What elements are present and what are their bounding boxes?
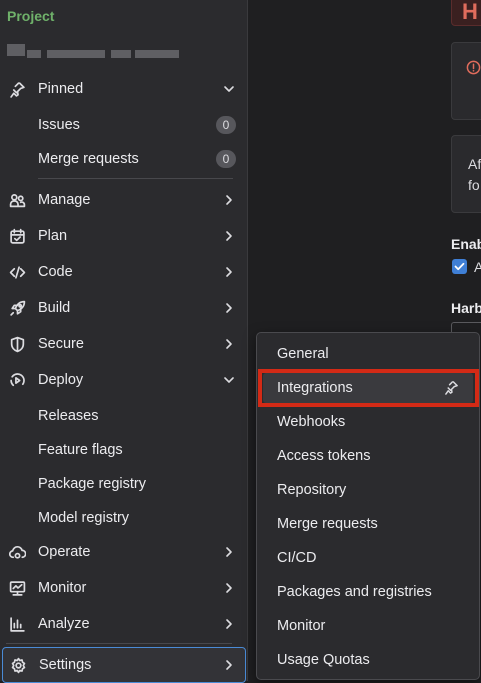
chevron-down-icon: [223, 374, 235, 386]
flyout-item-label: CI/CD: [277, 550, 317, 566]
sidebar-item-merge-requests[interactable]: Merge requests 0: [0, 142, 247, 176]
chevron-right-icon: [223, 582, 235, 594]
sidebar-item-feature-flags[interactable]: Feature flags: [0, 433, 247, 467]
rocket-icon: [9, 300, 26, 317]
sidebar-section-label: Plan: [38, 228, 68, 244]
calendar-icon: [9, 228, 26, 245]
chevron-right-icon: [223, 194, 235, 206]
settings-flyout-menu: General Integrations Webhooks Access tok…: [256, 332, 480, 680]
sidebar-section-operate[interactable]: Operate: [0, 535, 247, 569]
flyout-item-webhooks[interactable]: Webhooks: [263, 407, 473, 437]
sidebar-section-manage[interactable]: Manage: [0, 183, 247, 217]
harbor-field-label: Harb: [451, 300, 481, 316]
flyout-item-packages-and-registries[interactable]: Packages and registries: [263, 577, 473, 607]
sidebar-section-label: Manage: [38, 192, 91, 208]
flyout-item-label: Webhooks: [277, 414, 346, 430]
count-badge: 0: [216, 116, 236, 134]
flyout-item-usage-quotas[interactable]: Usage Quotas: [263, 645, 473, 675]
count-badge: 0: [216, 150, 236, 168]
flyout-item-ci-cd[interactable]: CI/CD: [263, 543, 473, 573]
flyout-item-label: Usage Quotas: [277, 652, 370, 668]
sidebar: Project Pinned Issues 0 Merge requests 0…: [0, 0, 248, 683]
chevron-right-icon: [223, 659, 235, 671]
sidebar-section-plan[interactable]: Plan: [0, 219, 247, 253]
sidebar-section-settings[interactable]: Settings: [2, 647, 246, 683]
sidebar-item-label: Package registry: [38, 476, 146, 492]
alert-box: [451, 42, 481, 120]
primary-action-button[interactable]: H: [451, 0, 481, 26]
sidebar-section-label: Code: [38, 264, 73, 280]
flyout-item-general[interactable]: General: [263, 339, 473, 369]
section-divider: [6, 643, 232, 644]
sidebar-section-analyze[interactable]: Analyze: [0, 607, 247, 641]
chevron-right-icon: [223, 338, 235, 350]
sidebar-item-label: Merge requests: [38, 151, 139, 167]
deploy-icon: [9, 372, 26, 389]
info-text-line: Af: [468, 156, 481, 172]
flyout-item-label: Integrations: [277, 380, 353, 396]
sidebar-section-pinned[interactable]: Pinned: [0, 72, 247, 106]
cloud-gear-icon: [9, 544, 26, 561]
context-label: Project: [7, 8, 55, 24]
sidebar-section-secure[interactable]: Secure: [0, 327, 247, 361]
sidebar-item-label: Feature flags: [38, 442, 123, 458]
sidebar-item-label: Model registry: [38, 510, 130, 526]
info-text-line: fo: [468, 177, 480, 193]
enable-label: Enab: [451, 236, 481, 252]
sidebar-section-build[interactable]: Build: [0, 291, 247, 325]
monitor-icon: [9, 580, 26, 597]
flyout-item-repository[interactable]: Repository: [263, 475, 473, 505]
sidebar-item-label: Releases: [38, 408, 99, 424]
info-box: Af fo: [451, 135, 481, 213]
chevron-right-icon: [223, 266, 235, 278]
flyout-item-merge-requests[interactable]: Merge requests: [263, 509, 473, 539]
chevron-down-icon: [223, 83, 235, 95]
sidebar-item-label: Issues: [38, 117, 80, 133]
flyout-item-label: Monitor: [277, 618, 326, 634]
sidebar-item-issues[interactable]: Issues 0: [0, 108, 247, 142]
chevron-right-icon: [223, 302, 235, 314]
flyout-item-integrations[interactable]: Integrations: [263, 373, 473, 403]
users-icon: [9, 192, 26, 209]
shield-icon: [9, 336, 26, 353]
flyout-item-monitor[interactable]: Monitor: [263, 611, 473, 641]
flyout-item-label: Access tokens: [277, 448, 371, 464]
sidebar-section-label: Monitor: [38, 580, 87, 596]
sidebar-section-label: Settings: [39, 657, 92, 673]
pin-icon: [9, 81, 26, 98]
sidebar-section-label: Build: [38, 300, 71, 316]
gear-icon: [10, 657, 27, 674]
chevron-right-icon: [223, 618, 235, 630]
code-icon: [9, 264, 26, 281]
sidebar-section-code[interactable]: Code: [0, 255, 247, 289]
sidebar-section-deploy[interactable]: Deploy: [0, 363, 247, 397]
enable-checkbox[interactable]: [452, 259, 467, 274]
sidebar-section-pinned-label: Pinned: [38, 81, 84, 97]
sidebar-section-monitor[interactable]: Monitor: [0, 571, 247, 605]
checkmark-icon: [454, 262, 465, 271]
sidebar-section-label: Analyze: [38, 616, 90, 632]
section-divider: [38, 178, 233, 179]
sidebar-item-model-registry[interactable]: Model registry: [0, 501, 247, 535]
flyout-item-label: General: [277, 346, 329, 362]
sidebar-section-label: Deploy: [38, 372, 84, 388]
flyout-item-label: Merge requests: [277, 516, 378, 532]
warning-icon: [466, 60, 481, 75]
chevron-right-icon: [223, 230, 235, 242]
pin-icon[interactable]: [444, 380, 459, 395]
sidebar-section-label: Secure: [38, 336, 84, 352]
flyout-item-label: Repository: [277, 482, 347, 498]
sidebar-item-releases[interactable]: Releases: [0, 399, 247, 433]
chart-icon: [9, 616, 26, 633]
project-name-blurred[interactable]: [7, 44, 179, 64]
sidebar-item-package-registry[interactable]: Package registry: [0, 467, 247, 501]
chevron-right-icon: [223, 546, 235, 558]
flyout-item-label: Packages and registries: [277, 584, 432, 600]
enable-checkbox-label: A: [474, 259, 481, 275]
sidebar-section-label: Operate: [38, 544, 91, 560]
flyout-item-access-tokens[interactable]: Access tokens: [263, 441, 473, 471]
